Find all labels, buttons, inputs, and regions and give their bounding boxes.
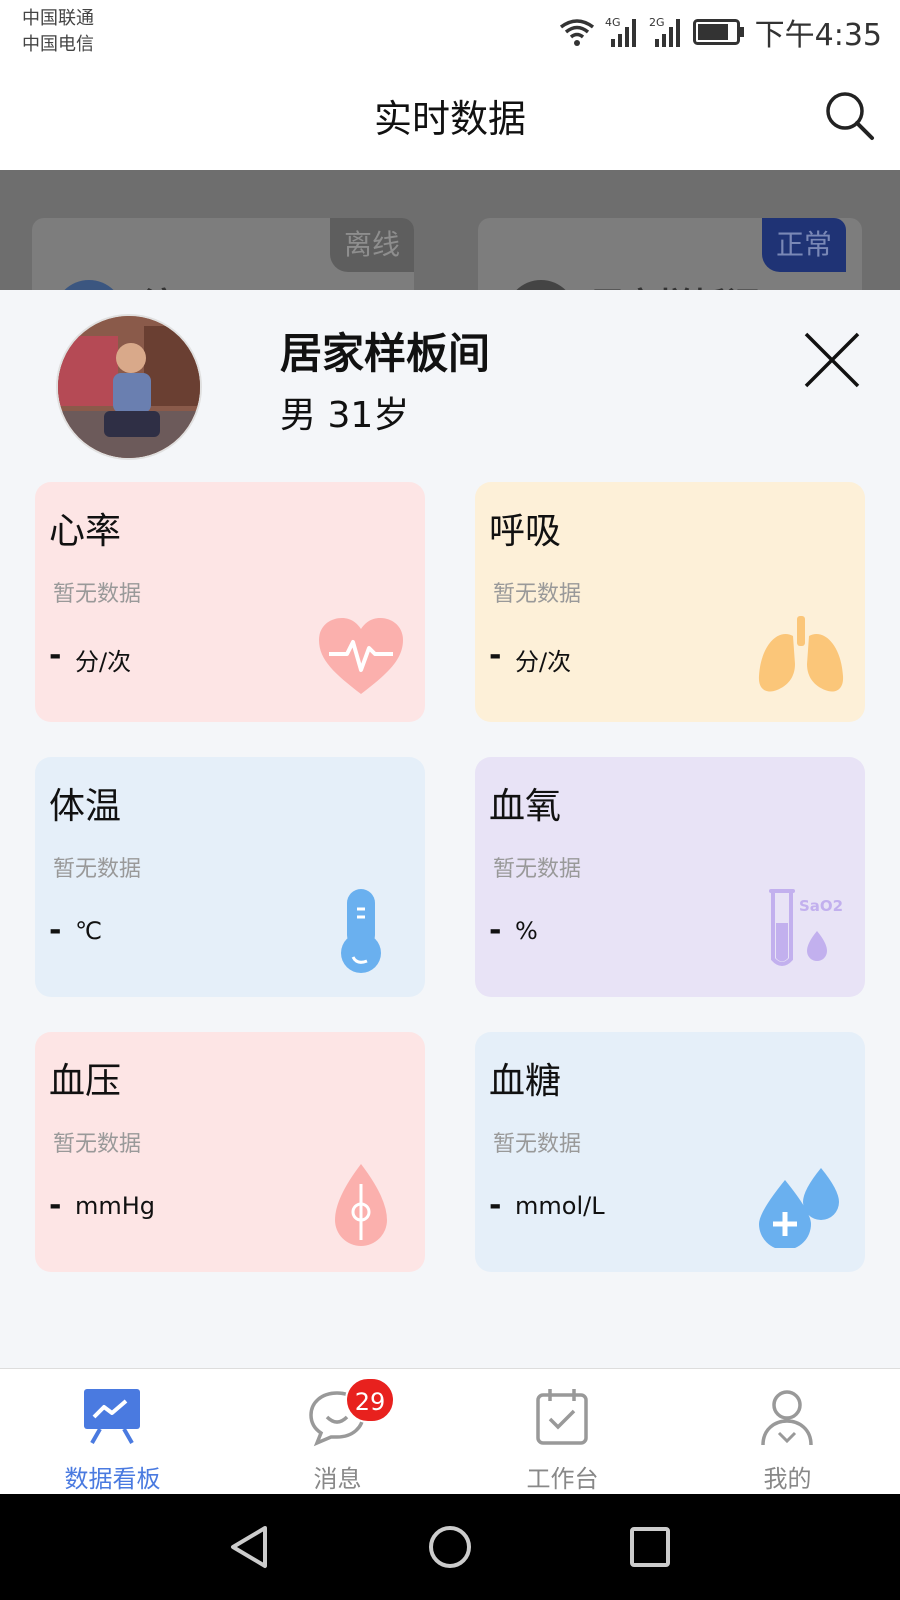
battery-icon	[692, 19, 744, 45]
vital-title: 体温	[49, 786, 122, 827]
vital-title: 呼吸	[489, 511, 562, 552]
vital-status: 暂无数据	[53, 1132, 142, 1157]
tab-profile[interactable]: 我的	[675, 1369, 900, 1495]
person-photo	[58, 316, 200, 458]
vital-card-blood-pressure[interactable]: 血压 暂无数据 - mmHg	[35, 1032, 425, 1272]
vital-status: 暂无数据	[53, 857, 142, 882]
vital-card-temperature[interactable]: 体温 暂无数据 - ℃	[35, 757, 425, 997]
vital-title: 血糖	[489, 1061, 562, 1102]
close-icon	[804, 332, 860, 388]
vital-card-blood-glucose[interactable]: 血糖 暂无数据 - mmol/L	[475, 1032, 865, 1272]
bottom-tab-bar: 数据看板 29 消息 工作台 我的	[0, 1368, 900, 1494]
unread-badge: 29	[345, 1377, 395, 1423]
blood-glucose-icon	[759, 1168, 839, 1248]
lungs-icon	[758, 616, 844, 692]
avatar	[506, 280, 576, 290]
vital-title: 血氧	[489, 786, 562, 827]
carrier-2: 中国电信	[22, 34, 94, 55]
vital-value: -	[489, 638, 502, 673]
realtime-detail-sheet: 居家样板间 男 31岁 心率 暂无数据 - 分/次 呼吸 暂无数据 - 分/次 …	[0, 290, 900, 1368]
tab-label: 消息	[313, 1465, 362, 1493]
vital-value: -	[489, 1188, 502, 1223]
device-name: 演示	[144, 278, 212, 290]
tab-messages[interactable]: 29 消息	[225, 1369, 450, 1495]
status-badge-offline: 离线	[330, 218, 414, 272]
profile-icon	[761, 1390, 813, 1446]
vital-title: 血压	[49, 1061, 122, 1102]
close-button[interactable]	[802, 330, 862, 390]
person-name: 居家样板间	[280, 329, 491, 378]
vital-value: -	[49, 1188, 62, 1223]
tab-dashboard[interactable]: 数据看板	[0, 1369, 225, 1495]
home-icon[interactable]	[425, 1522, 475, 1572]
tab-workbench[interactable]: 工作台	[450, 1369, 675, 1495]
signal-2g-icon: 2G	[649, 16, 680, 47]
vital-unit: 分/次	[515, 648, 572, 676]
search-icon	[826, 92, 874, 140]
system-navigation-bar	[0, 1494, 900, 1600]
blood-oxygen-icon: SaO2	[769, 889, 843, 966]
vital-card-respiration[interactable]: 呼吸 暂无数据 - 分/次	[475, 482, 865, 722]
vital-unit: mmHg	[75, 1192, 156, 1220]
calendar-check-icon	[536, 1389, 588, 1445]
carrier-info: 中国联通 中国电信	[22, 6, 94, 58]
search-button[interactable]	[824, 90, 876, 142]
vital-title: 心率	[49, 511, 122, 552]
vital-unit: %	[515, 917, 538, 945]
heart-rate-icon	[319, 618, 403, 694]
back-icon[interactable]	[225, 1522, 275, 1572]
dashboard-icon	[84, 1389, 140, 1444]
vital-card-heart-rate[interactable]: 心率 暂无数据 - 分/次	[35, 482, 425, 722]
avatar	[54, 280, 124, 290]
tab-label: 我的	[763, 1465, 812, 1493]
vital-status: 暂无数据	[493, 857, 582, 882]
vital-status: 暂无数据	[53, 582, 142, 607]
vital-value: -	[49, 638, 62, 673]
background-device-list: 离线 演示 正常 居家样板间	[0, 170, 900, 290]
net-1-label: 4G	[605, 16, 621, 29]
signal-4g-icon: 4G	[605, 16, 636, 47]
carrier-1: 中国联通	[22, 8, 94, 29]
thermometer-icon	[341, 889, 381, 973]
wifi-icon	[559, 19, 594, 46]
person-gender-age: 男 31岁	[280, 395, 410, 436]
background-card: 离线 演示	[32, 218, 414, 290]
vital-status: 暂无数据	[493, 1132, 582, 1157]
clock: 下午4:35	[754, 18, 882, 53]
tab-label: 数据看板	[64, 1465, 161, 1493]
vital-unit: ℃	[75, 917, 102, 945]
vital-unit: 分/次	[75, 648, 132, 676]
person-avatar	[56, 314, 202, 460]
recents-icon[interactable]	[625, 1522, 675, 1572]
blood-pressure-icon	[335, 1164, 387, 1246]
sao2-label: SaO2	[799, 897, 843, 915]
vital-status: 暂无数据	[493, 582, 582, 607]
app-header: 实时数据	[0, 66, 900, 170]
page-title: 实时数据	[373, 97, 526, 141]
status-bar: 中国联通 中国电信 4G 2G 下午4:35	[0, 0, 900, 66]
vital-card-blood-oxygen[interactable]: 血氧 暂无数据 - % SaO2	[475, 757, 865, 997]
device-name: 居家样板间	[590, 278, 760, 290]
tab-label: 工作台	[526, 1465, 599, 1493]
vital-value: -	[489, 913, 502, 948]
vital-unit: mmol/L	[515, 1192, 605, 1220]
background-card: 正常 居家样板间	[478, 218, 862, 290]
status-icons: 4G 2G 下午4:35	[559, 10, 882, 54]
status-badge-normal: 正常	[762, 218, 846, 272]
vital-value: -	[49, 913, 62, 948]
net-2-label: 2G	[649, 16, 665, 29]
